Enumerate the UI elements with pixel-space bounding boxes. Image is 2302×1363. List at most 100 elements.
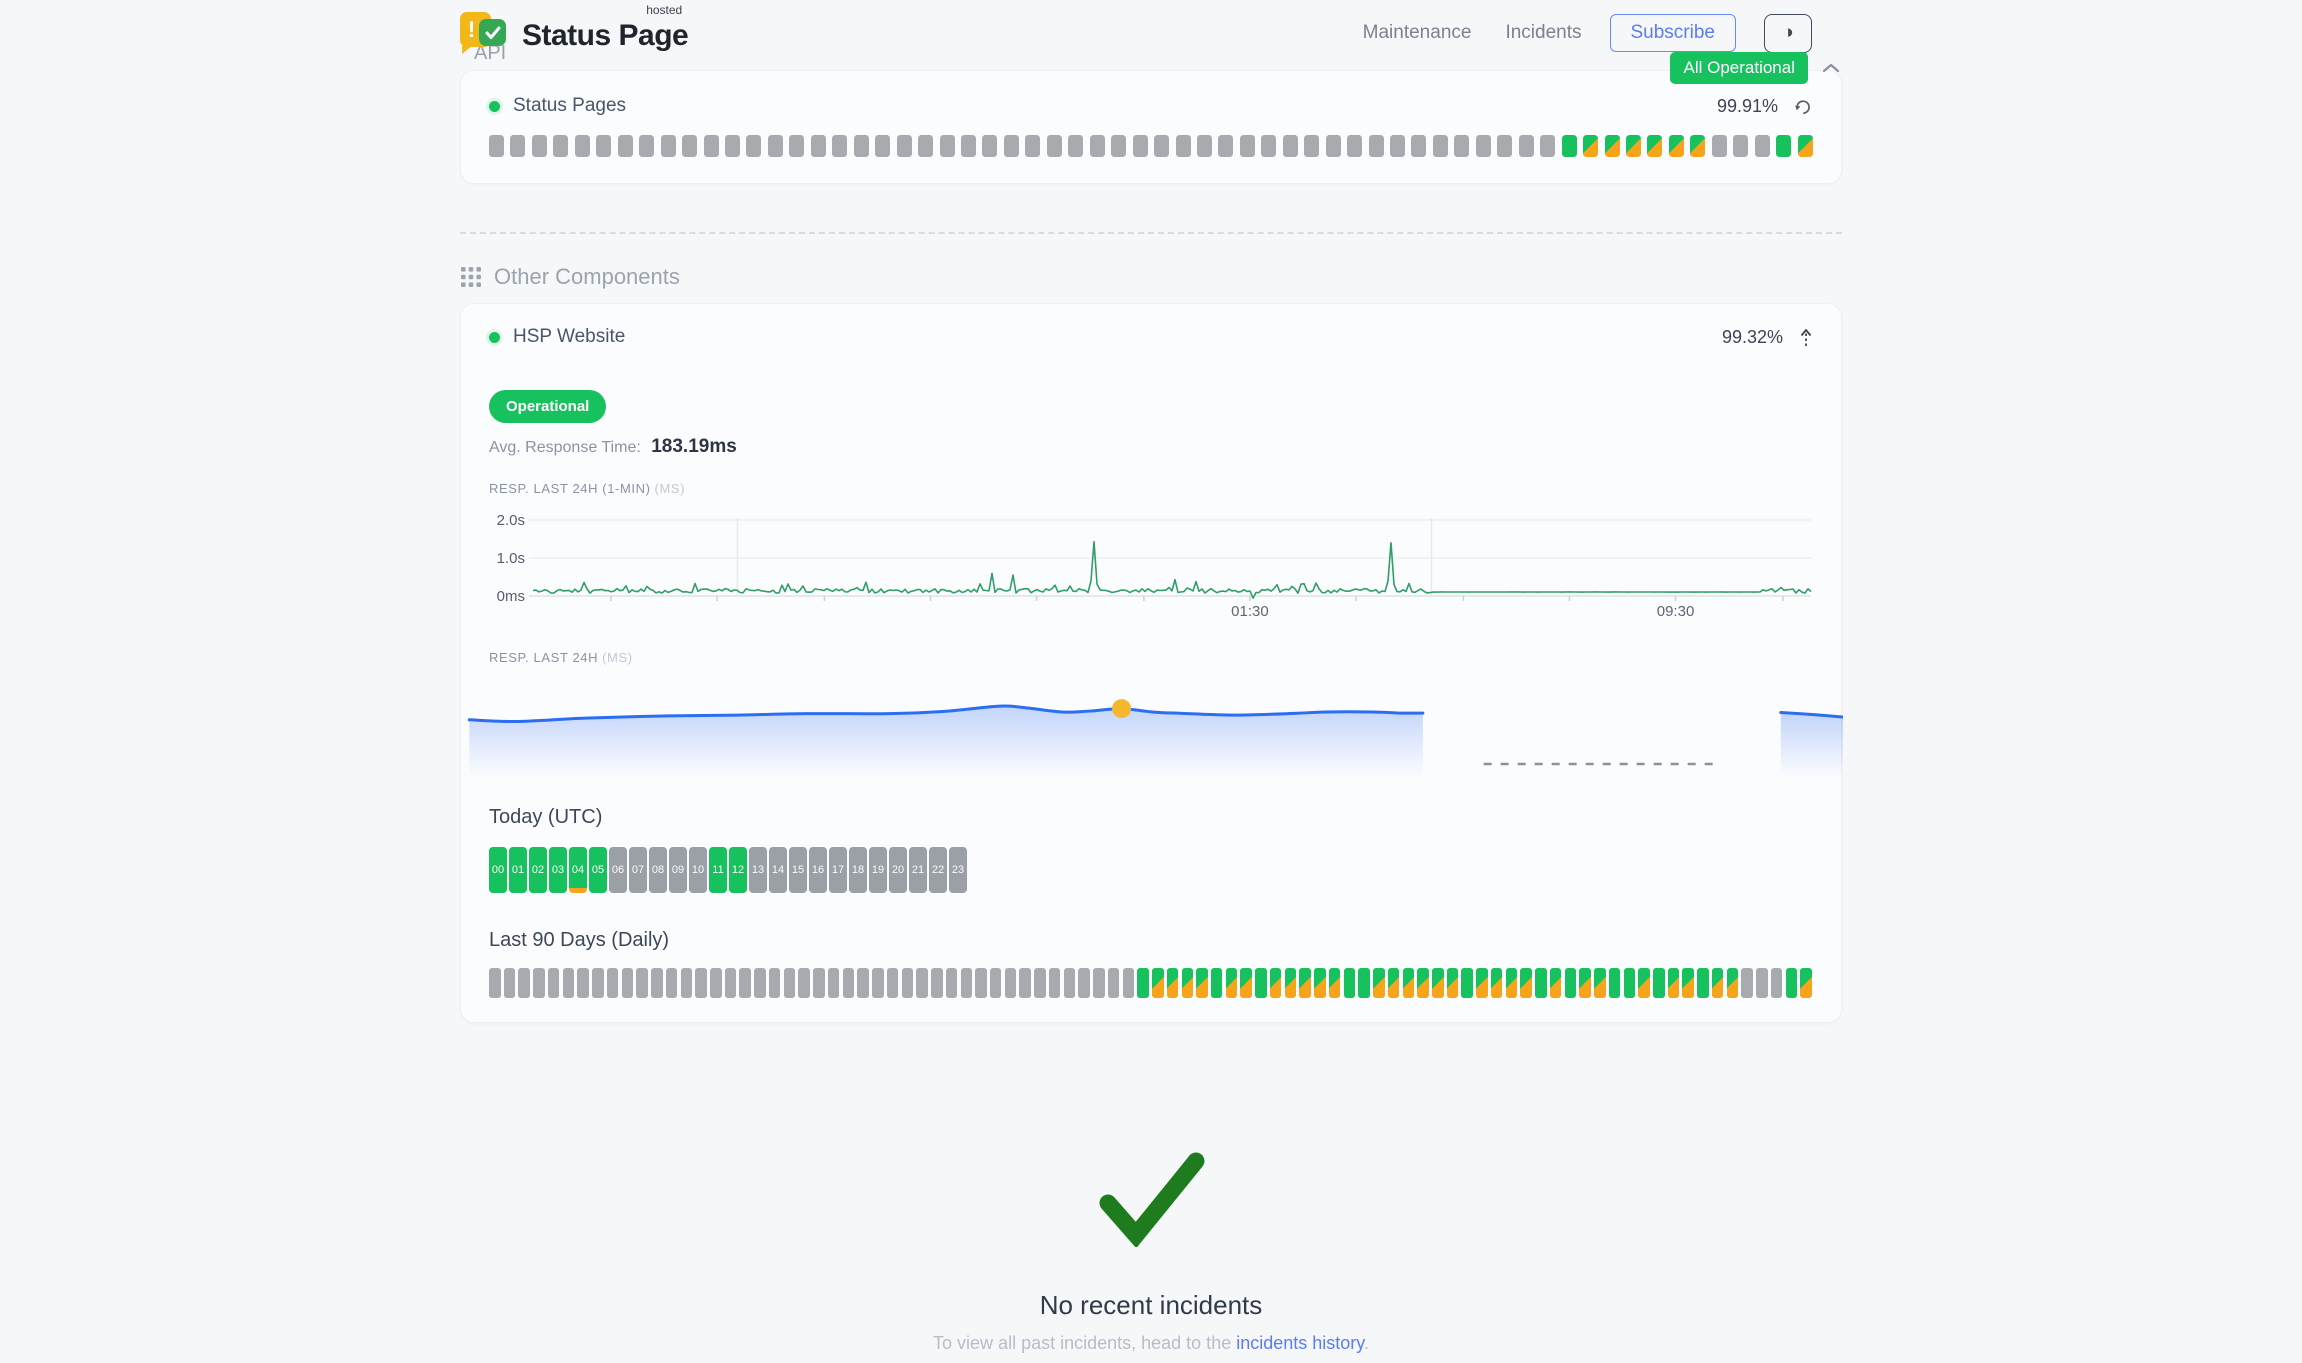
day-uptime-bar[interactable] bbox=[1432, 968, 1444, 998]
day-uptime-bar[interactable] bbox=[1196, 968, 1208, 998]
uptime-bar[interactable] bbox=[1025, 135, 1040, 157]
uptime-bar[interactable] bbox=[1304, 135, 1319, 157]
day-uptime-bar[interactable] bbox=[1255, 968, 1267, 998]
hour-block-11[interactable]: 11 bbox=[709, 847, 727, 893]
hour-block-22[interactable]: 22 bbox=[929, 847, 947, 893]
day-uptime-bar[interactable] bbox=[1447, 968, 1459, 998]
day-uptime-bar[interactable] bbox=[1388, 968, 1400, 998]
uptime-bar[interactable] bbox=[789, 135, 804, 157]
uptime-bar[interactable] bbox=[532, 135, 547, 157]
hour-block-08[interactable]: 08 bbox=[649, 847, 667, 893]
uptime-bar[interactable] bbox=[661, 135, 676, 157]
hour-block-12[interactable]: 12 bbox=[729, 847, 747, 893]
day-uptime-bar[interactable] bbox=[1167, 968, 1179, 998]
day-uptime-bar[interactable] bbox=[1579, 968, 1591, 998]
uptime-bar[interactable] bbox=[1154, 135, 1169, 157]
day-uptime-bar[interactable] bbox=[754, 968, 766, 998]
component-name[interactable]: HSP Website bbox=[513, 326, 625, 348]
day-uptime-bar[interactable] bbox=[1108, 968, 1120, 998]
uptime-bar[interactable] bbox=[1690, 135, 1705, 157]
day-uptime-bar[interactable] bbox=[902, 968, 914, 998]
day-uptime-bar[interactable] bbox=[651, 968, 663, 998]
hour-block-05[interactable]: 05 bbox=[589, 847, 607, 893]
uptime-bar[interactable] bbox=[1540, 135, 1555, 157]
day-uptime-bar[interactable] bbox=[1034, 968, 1046, 998]
collapse-up-arrow-icon[interactable] bbox=[1799, 326, 1813, 348]
day-uptime-bar[interactable] bbox=[1270, 968, 1282, 998]
day-uptime-bar[interactable] bbox=[504, 968, 516, 998]
subscribe-button[interactable]: Subscribe bbox=[1610, 14, 1737, 52]
hour-block-19[interactable]: 19 bbox=[869, 847, 887, 893]
uptime-bar[interactable] bbox=[553, 135, 568, 157]
collapse-chevron-up-icon[interactable] bbox=[1822, 63, 1840, 73]
day-uptime-bar[interactable] bbox=[843, 968, 855, 998]
uptime-bar[interactable] bbox=[510, 135, 525, 157]
day-uptime-bar[interactable] bbox=[1800, 968, 1812, 998]
hour-block-14[interactable]: 14 bbox=[769, 847, 787, 893]
hour-block-09[interactable]: 09 bbox=[669, 847, 687, 893]
uptime-bar[interactable] bbox=[1047, 135, 1062, 157]
uptime-bar[interactable] bbox=[1755, 135, 1770, 157]
uptime-bar[interactable] bbox=[854, 135, 869, 157]
uptime-bar[interactable] bbox=[1283, 135, 1298, 157]
uptime-bar[interactable] bbox=[1605, 135, 1620, 157]
day-uptime-bar[interactable] bbox=[1240, 968, 1252, 998]
uptime-bar[interactable] bbox=[1454, 135, 1469, 157]
hour-block-18[interactable]: 18 bbox=[849, 847, 867, 893]
day-uptime-bar[interactable] bbox=[1417, 968, 1429, 998]
uptime-bar[interactable] bbox=[961, 135, 976, 157]
uptime-bar[interactable] bbox=[596, 135, 611, 157]
theme-toggle-button[interactable]: ◑ bbox=[1764, 14, 1812, 53]
day-uptime-bar[interactable] bbox=[518, 968, 530, 998]
hour-block-01[interactable]: 01 bbox=[509, 847, 527, 893]
component-name[interactable]: Status Pages bbox=[513, 95, 626, 117]
day-uptime-bar[interactable] bbox=[857, 968, 869, 998]
uptime-bar[interactable] bbox=[918, 135, 933, 157]
day-uptime-bar[interactable] bbox=[990, 968, 1002, 998]
uptime-bar[interactable] bbox=[1583, 135, 1598, 157]
uptime-bar[interactable] bbox=[1798, 135, 1813, 157]
uptime-bar[interactable] bbox=[725, 135, 740, 157]
uptime-bar[interactable] bbox=[1733, 135, 1748, 157]
uptime-bar[interactable] bbox=[1562, 135, 1577, 157]
hour-block-23[interactable]: 23 bbox=[949, 847, 967, 893]
day-uptime-bar[interactable] bbox=[1535, 968, 1547, 998]
nav-link-incidents[interactable]: Incidents bbox=[1505, 22, 1581, 44]
uptime-bar[interactable] bbox=[875, 135, 890, 157]
day-uptime-bar[interactable] bbox=[666, 968, 678, 998]
day-uptime-bar[interactable] bbox=[1756, 968, 1768, 998]
uptime-bar[interactable] bbox=[832, 135, 847, 157]
day-uptime-bar[interactable] bbox=[1491, 968, 1503, 998]
day-uptime-bar[interactable] bbox=[1638, 968, 1650, 998]
day-uptime-bar[interactable] bbox=[975, 968, 987, 998]
hour-block-17[interactable]: 17 bbox=[829, 847, 847, 893]
day-uptime-bar[interactable] bbox=[1771, 968, 1783, 998]
day-uptime-bar[interactable] bbox=[592, 968, 604, 998]
day-uptime-bar[interactable] bbox=[1358, 968, 1370, 998]
day-uptime-bar[interactable] bbox=[577, 968, 589, 998]
uptime-bar[interactable] bbox=[1218, 135, 1233, 157]
hour-block-00[interactable]: 00 bbox=[489, 847, 507, 893]
day-uptime-bar[interactable] bbox=[1137, 968, 1149, 998]
day-uptime-bar[interactable] bbox=[1093, 968, 1105, 998]
uptime-bar[interactable] bbox=[1369, 135, 1384, 157]
uptime-bar[interactable] bbox=[1261, 135, 1276, 157]
uptime-bar[interactable] bbox=[1433, 135, 1448, 157]
uptime-bar[interactable] bbox=[746, 135, 761, 157]
day-uptime-bar[interactable] bbox=[1653, 968, 1665, 998]
day-uptime-bar[interactable] bbox=[798, 968, 810, 998]
uptime-bar[interactable] bbox=[1004, 135, 1019, 157]
hour-block-07[interactable]: 07 bbox=[629, 847, 647, 893]
day-uptime-bar[interactable] bbox=[1211, 968, 1223, 998]
day-uptime-bar[interactable] bbox=[1697, 968, 1709, 998]
day-uptime-bar[interactable] bbox=[681, 968, 693, 998]
uptime-bar[interactable] bbox=[1519, 135, 1534, 157]
uptime-bar[interactable] bbox=[1390, 135, 1405, 157]
day-uptime-bar[interactable] bbox=[1285, 968, 1297, 998]
day-uptime-bar[interactable] bbox=[695, 968, 707, 998]
uptime-bar[interactable] bbox=[1347, 135, 1362, 157]
day-uptime-bar[interactable] bbox=[946, 968, 958, 998]
uptime-bar[interactable] bbox=[1776, 135, 1791, 157]
uptime-bar[interactable] bbox=[575, 135, 590, 157]
day-uptime-bar[interactable] bbox=[1123, 968, 1135, 998]
